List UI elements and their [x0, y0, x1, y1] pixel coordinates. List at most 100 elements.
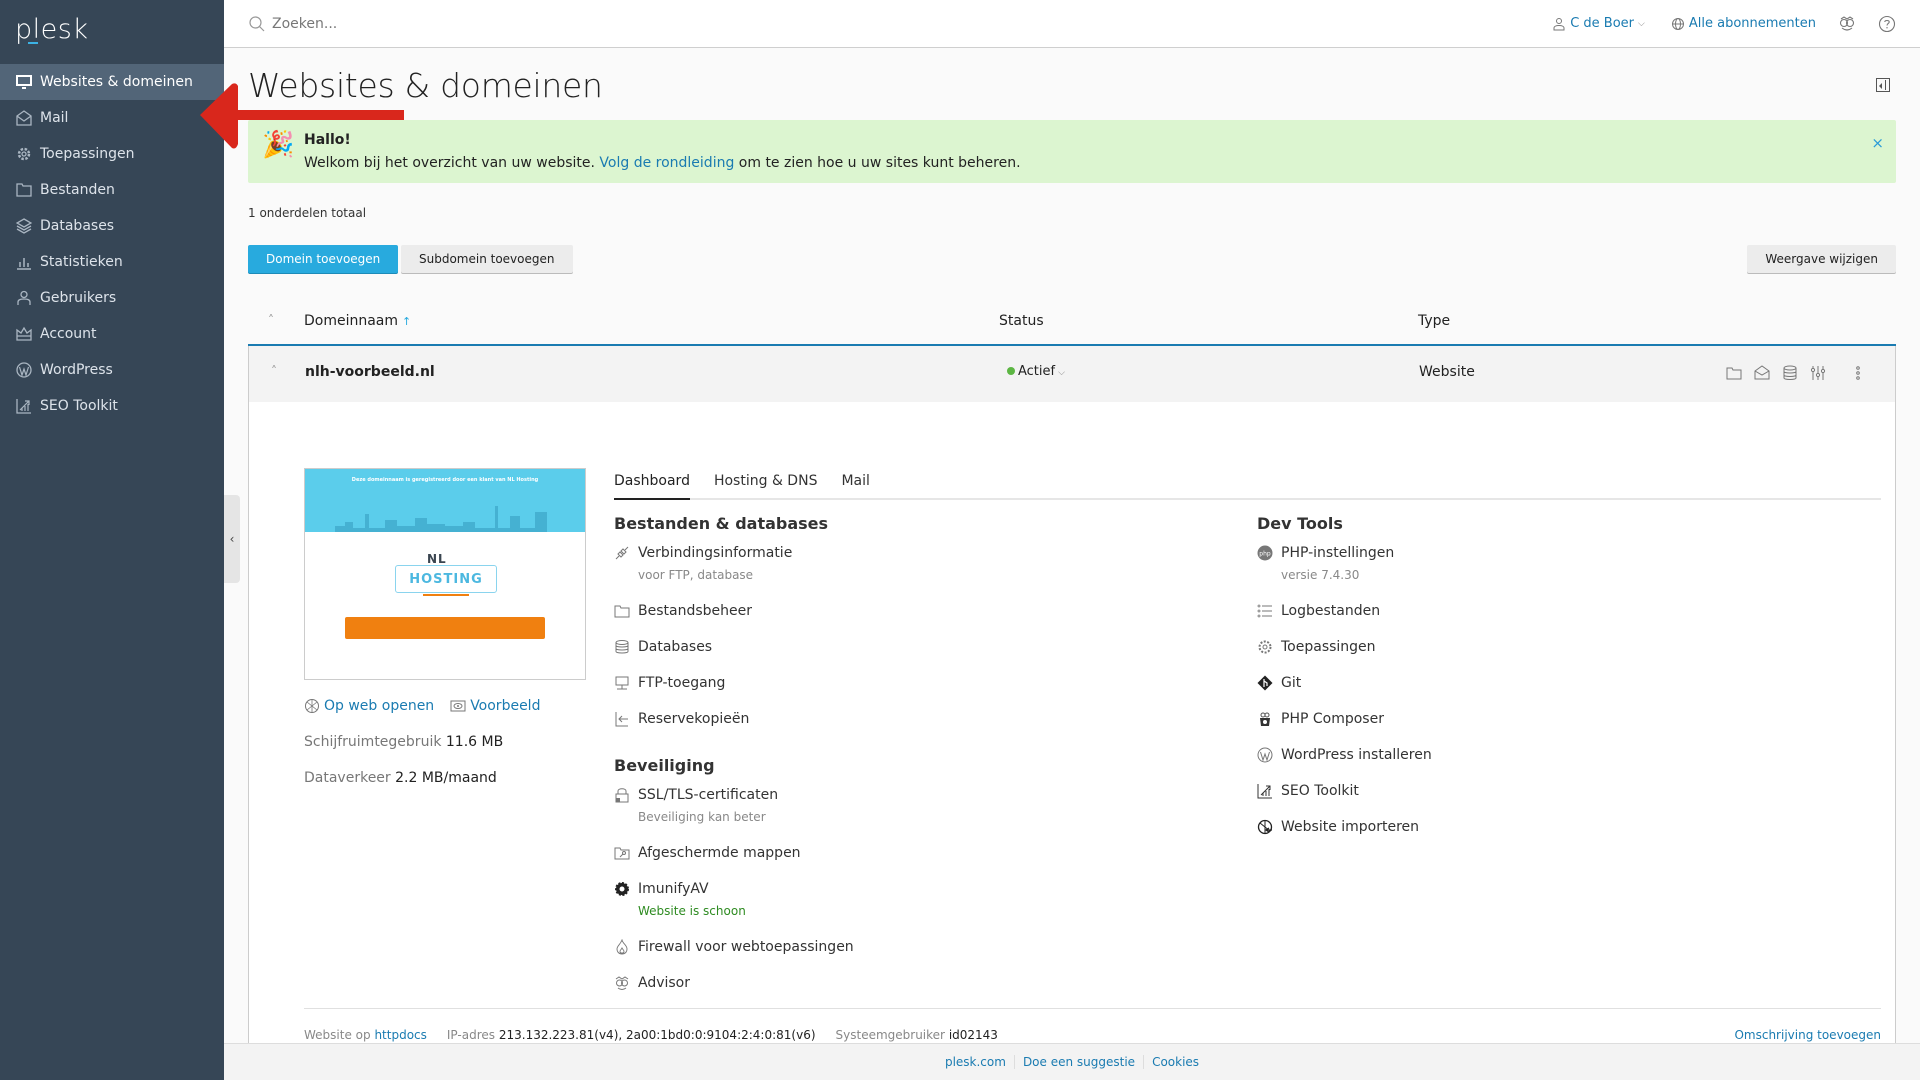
protected-folder-icon — [614, 845, 630, 861]
traffic-label: Dataverkeer — [304, 770, 391, 786]
footer-link-cookies[interactable]: Cookies — [1143, 1055, 1207, 1069]
tool-advisor[interactable]: Advisor — [614, 974, 854, 992]
disk-usage-value: 11.6 MB — [445, 734, 504, 750]
sidebar-item-account[interactable]: Account — [0, 316, 224, 352]
help-icon[interactable] — [1878, 15, 1896, 33]
column-domain-label: Domeinnaam — [304, 313, 399, 329]
tab-hosting-dns[interactable]: Hosting & DNS — [714, 470, 817, 500]
sidebar-item-wordpress[interactable]: WordPress — [0, 352, 224, 388]
tool-label: Databases — [638, 639, 713, 655]
tool-waf[interactable]: Firewall voor webtoepassingen — [614, 938, 854, 956]
tool-label: Logbestanden — [1281, 603, 1381, 619]
column-domain[interactable]: Domeinnaam ↑ — [304, 313, 411, 329]
wordpress-icon — [1257, 747, 1273, 763]
sidebar-item-label: Websites & domeinen — [40, 74, 193, 90]
advisor-owl-icon[interactable] — [1838, 15, 1856, 33]
tool-logs[interactable]: Logbestanden — [1257, 602, 1432, 620]
search-input[interactable] — [272, 15, 612, 32]
status-badge[interactable]: Actief ⌵ — [1007, 364, 1065, 379]
sidebar-collapse-handle[interactable]: ‹ — [224, 495, 240, 583]
domain-name[interactable]: nlh-voorbeeld.nl — [305, 364, 435, 380]
tool-label: Bestandsbeheer — [638, 603, 752, 619]
domain-card: ˄ nlh-voorbeeld.nl Actief ⌵ Website Deze … — [248, 346, 1896, 1060]
disk-usage: Schijfruimtegebruik 11.6 MB — [304, 734, 503, 750]
preview-link[interactable]: Voorbeeld — [450, 698, 540, 714]
open-in-web-link[interactable]: Op web openen — [304, 698, 434, 714]
folder-icon[interactable] — [1725, 364, 1743, 382]
imunify-shield-icon — [614, 881, 630, 897]
footer-link-suggestion[interactable]: Doe een suggestie — [1013, 1055, 1143, 1069]
seo-chart-icon — [16, 398, 32, 414]
settings-sliders-icon[interactable] — [1809, 364, 1827, 382]
subscriptions-menu[interactable]: Alle abonnementen — [1671, 16, 1816, 31]
add-domain-button[interactable]: Domein toevoegen — [248, 245, 399, 273]
disk-usage-label: Schijfruimtegebruik — [304, 734, 442, 750]
sidebar-item-seo-toolkit[interactable]: SEO Toolkit — [0, 388, 224, 424]
website-preview-thumbnail[interactable]: Deze domeinnaam is geregistreerd door ee… — [304, 468, 586, 680]
svg-text:php: php — [1259, 551, 1271, 558]
logo-underline — [28, 42, 38, 44]
tool-file-manager[interactable]: Bestandsbeheer — [614, 602, 854, 620]
panel-toggle-icon[interactable] — [1876, 78, 1890, 92]
tool-label: Verbindingsinformatie — [638, 545, 793, 561]
httpdocs-link[interactable]: httpdocs — [374, 1028, 426, 1042]
column-status[interactable]: Status — [999, 313, 1044, 329]
tool-applications[interactable]: Toepassingen — [1257, 638, 1432, 656]
tour-link[interactable]: Volg de rondleiding — [599, 155, 734, 171]
tool-seo-toolkit[interactable]: SEO Toolkit — [1257, 782, 1432, 800]
folder-icon — [614, 603, 630, 619]
site-links: Op web openen Voorbeeld — [304, 698, 556, 714]
more-menu-icon[interactable] — [1849, 364, 1867, 382]
preview-header: Deze domeinnaam is geregistreerd door ee… — [305, 469, 585, 532]
collapse-row-icon[interactable]: ˄ — [271, 364, 277, 378]
tool-protected-dirs[interactable]: Afgeschermde mappen — [614, 844, 854, 862]
sidebar-item-label: WordPress — [40, 362, 113, 378]
domain-type: Website — [1419, 364, 1475, 380]
page-footer: plesk.com Doe een suggestie Cookies — [224, 1043, 1920, 1080]
column-type[interactable]: Type — [1418, 313, 1450, 329]
backup-icon — [614, 711, 630, 727]
tool-ftp-access[interactable]: FTP-toegang — [614, 674, 854, 692]
search-icon — [249, 15, 265, 31]
footer-link-plesk[interactable]: plesk.com — [937, 1055, 1014, 1069]
tool-php-settings[interactable]: php PHP-instellingen versie 7.4.30 — [1257, 544, 1432, 584]
plesk-logo[interactable]: plesk — [0, 0, 224, 64]
change-view-button[interactable]: Weergave wijzigen — [1747, 245, 1896, 273]
sidebar-item-websites[interactable]: Websites & domeinen — [0, 64, 224, 100]
tool-git[interactable]: Git — [1257, 674, 1432, 692]
tool-website-import[interactable]: Website importeren — [1257, 818, 1432, 836]
tool-php-composer[interactable]: PHP Composer — [1257, 710, 1432, 728]
tool-connection-info[interactable]: Verbindingsinformatie voor FTP, database — [614, 544, 854, 584]
close-icon[interactable]: × — [1871, 134, 1884, 152]
expand-all-icon[interactable]: ˄ — [268, 313, 274, 327]
user-menu[interactable]: C de Boer ⌵ — [1552, 16, 1645, 31]
database-icon[interactable] — [1781, 364, 1799, 382]
user-icon — [1553, 17, 1565, 30]
sidebar-item-label: Account — [40, 326, 97, 342]
tool-label: Reservekopieën — [638, 711, 750, 727]
sidebar-item-toepassingen[interactable]: Toepassingen — [0, 136, 224, 172]
sidebar-item-mail[interactable]: Mail — [0, 100, 224, 136]
sidebar-item-databases[interactable]: Databases — [0, 208, 224, 244]
status-dot — [1007, 367, 1015, 375]
sidebar-item-gebruikers[interactable]: Gebruikers — [0, 280, 224, 316]
add-description-link[interactable]: Omschrijving toevoegen — [1734, 1028, 1881, 1042]
search-box[interactable] — [248, 15, 648, 33]
tool-ssl[interactable]: SSL/TLS-certificaten Beveiliging kan bete… — [614, 786, 854, 826]
sidebar-item-statistieken[interactable]: Statistieken — [0, 244, 224, 280]
mail-icon[interactable] — [1753, 364, 1771, 382]
tool-databases[interactable]: Databases — [614, 638, 854, 656]
gear-icon — [16, 146, 32, 162]
sidebar: plesk Websites & domeinen Mail Toepassin… — [0, 0, 224, 1080]
tool-wordpress-install[interactable]: WordPress installeren — [1257, 746, 1432, 764]
top-header: C de Boer ⌵ Alle abonnementen — [224, 0, 1920, 48]
sidebar-item-bestanden[interactable]: Bestanden — [0, 172, 224, 208]
tool-imunifyav[interactable]: ImunifyAV Website is schoon — [614, 880, 854, 920]
tools-column-left: Bestanden & databases Verbindingsinforma… — [614, 514, 854, 1010]
tab-dashboard[interactable]: Dashboard — [614, 470, 690, 500]
banner-title: Hallo! — [304, 132, 351, 148]
tab-mail[interactable]: Mail — [841, 470, 869, 500]
lock-icon — [614, 787, 630, 803]
add-subdomain-button[interactable]: Subdomein toevoegen — [401, 245, 573, 273]
tool-backups[interactable]: Reservekopieën — [614, 710, 854, 728]
